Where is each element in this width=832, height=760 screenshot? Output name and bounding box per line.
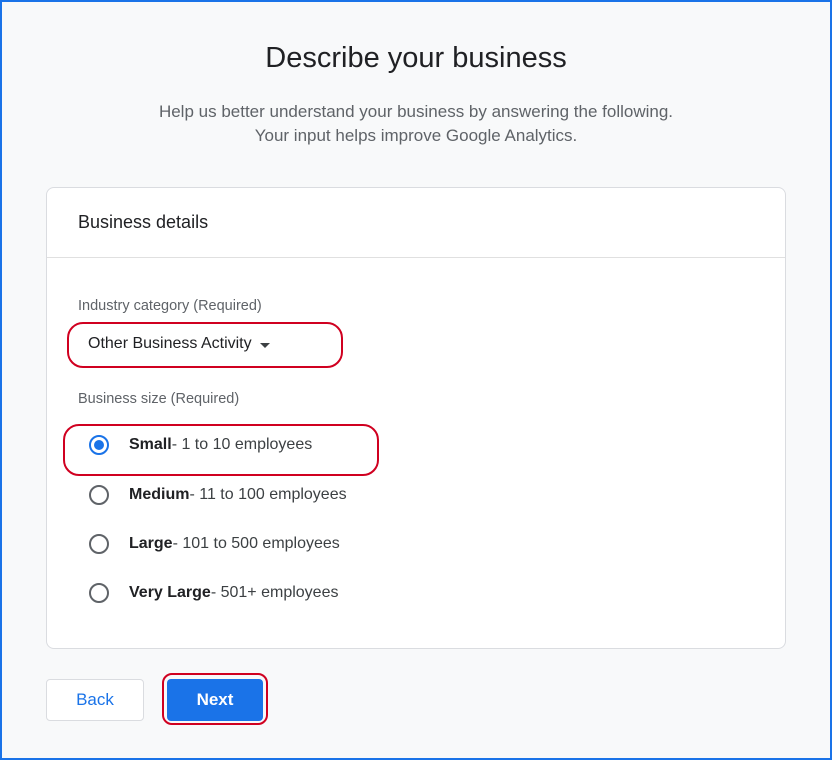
subtitle-line-2: Your input helps improve Google Analytic… xyxy=(254,126,578,145)
size-option-name: Medium xyxy=(129,486,190,503)
caret-down-icon xyxy=(259,342,270,348)
size-option-very-large[interactable]: Very Large - 501+ employees xyxy=(89,583,338,603)
business-size-label: Business size (Required) xyxy=(78,391,240,407)
size-option-large[interactable]: Large - 101 to 500 employees xyxy=(89,534,340,554)
size-option-name: Very Large xyxy=(129,584,211,601)
industry-category-label: Industry category (Required) xyxy=(78,298,262,314)
size-option-desc: - 1 to 10 employees xyxy=(171,436,313,453)
radio-unchecked-icon[interactable] xyxy=(89,583,109,603)
size-option-desc: - 11 to 100 employees xyxy=(189,486,347,503)
size-option-name: Large xyxy=(129,535,173,552)
size-option-name: Small xyxy=(129,436,172,453)
radio-unchecked-icon[interactable] xyxy=(89,485,109,505)
next-button[interactable]: Next xyxy=(167,679,263,721)
page-subtitle: Help us better understand your business … xyxy=(2,100,830,148)
business-details-card: Business details Industry category (Requ… xyxy=(46,187,786,649)
size-option-desc: - 501+ employees xyxy=(210,584,339,601)
subtitle-line-1: Help us better understand your business … xyxy=(158,102,674,121)
card-header: Business details xyxy=(47,188,785,258)
back-button[interactable]: Back xyxy=(46,679,144,721)
industry-category-value: Other Business Activity xyxy=(88,335,252,352)
size-option-medium[interactable]: Medium - 11 to 100 employees xyxy=(89,485,347,505)
radio-checked-icon[interactable] xyxy=(89,435,109,455)
industry-category-dropdown[interactable]: Other Business Activity xyxy=(78,331,280,357)
size-option-small[interactable]: Small - 1 to 10 employees xyxy=(89,435,312,455)
page-frame: Describe your business Help us better un… xyxy=(0,0,832,760)
radio-unchecked-icon[interactable] xyxy=(89,534,109,554)
page-title: Describe your business xyxy=(265,42,567,74)
size-option-desc: - 101 to 500 employees xyxy=(172,535,340,552)
